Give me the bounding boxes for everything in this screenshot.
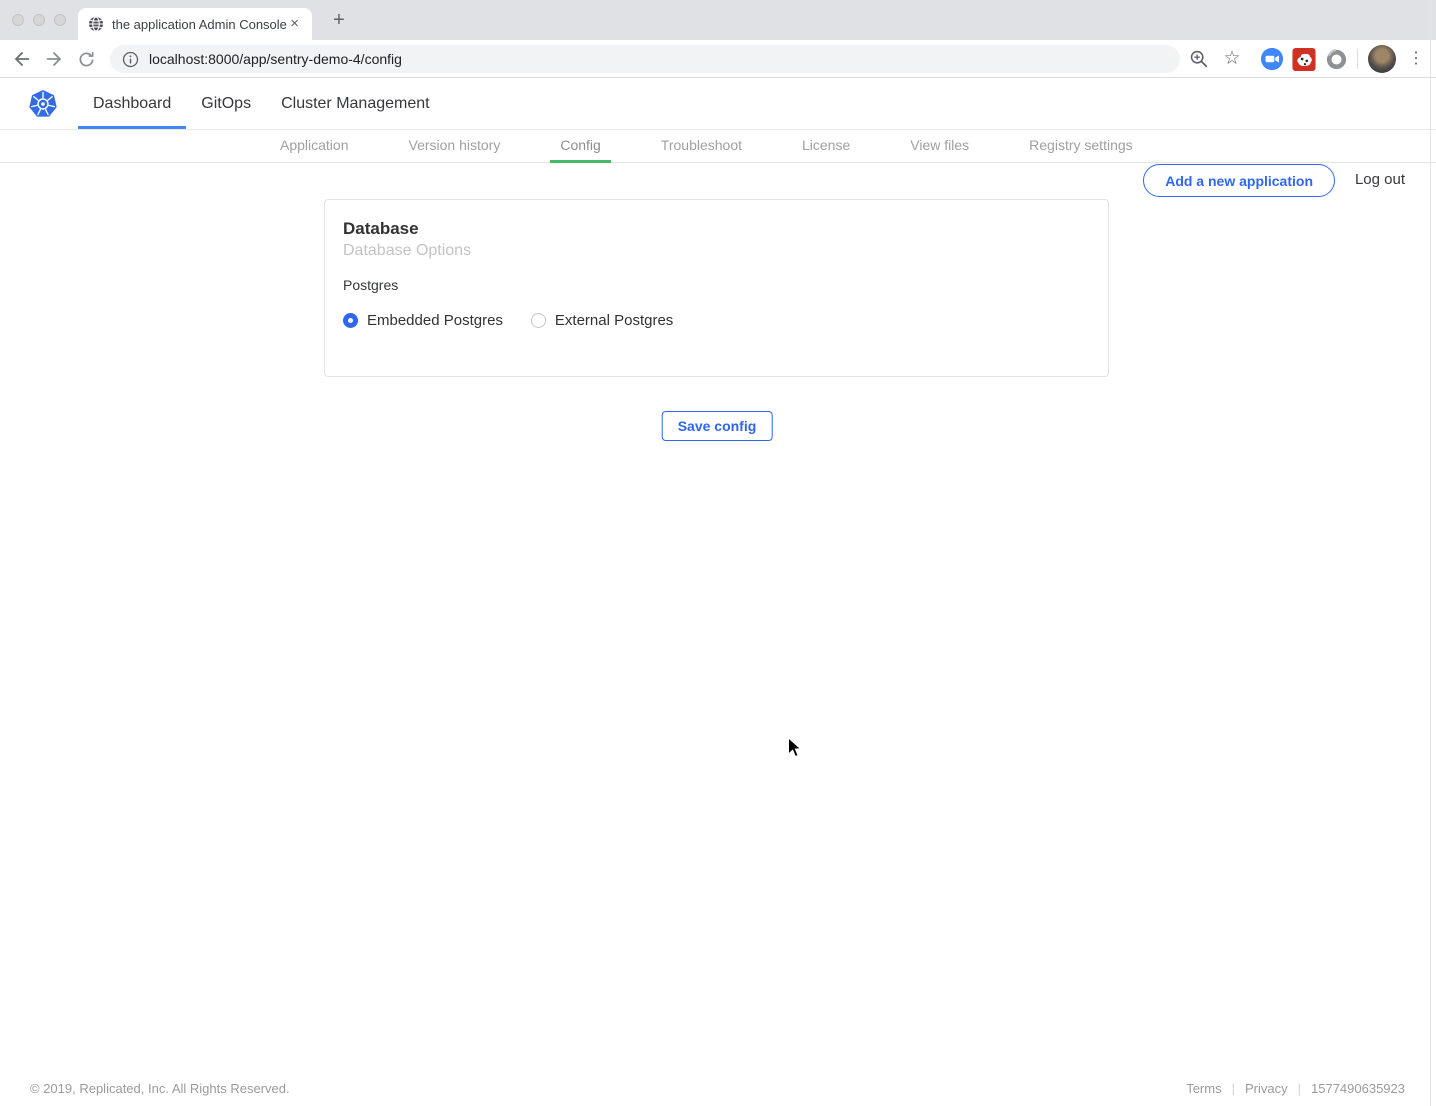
video-call-extension-icon[interactable] xyxy=(1260,47,1284,71)
app-footer: © 2019, Replicated, Inc. All Rights Rese… xyxy=(30,1081,1405,1096)
page-info-icon[interactable] xyxy=(122,51,139,68)
globe-favicon-icon xyxy=(88,16,104,32)
privacy-link[interactable]: Privacy xyxy=(1245,1081,1288,1096)
tab-close-icon[interactable]: × xyxy=(287,16,302,32)
tab-view-files[interactable]: View files xyxy=(900,130,979,163)
tab-troubleshoot[interactable]: Troubleshoot xyxy=(651,130,752,163)
add-application-button[interactable]: Add a new application xyxy=(1143,164,1335,197)
app-navbar: Dashboard GitOps Cluster Management Add … xyxy=(0,78,1436,130)
footer-links: Terms | Privacy | 1577490635923 xyxy=(1186,1081,1405,1096)
footer-divider: | xyxy=(1298,1081,1301,1096)
address-bar[interactable]: localhost:8000/app/sentry-demo-4/config xyxy=(110,45,1180,73)
tab-title: the application Admin Console xyxy=(112,17,287,32)
config-group-title: Database xyxy=(343,219,1090,239)
tab-config[interactable]: Config xyxy=(550,130,610,163)
config-group-subtitle: Database Options xyxy=(343,242,1090,260)
bookmark-star-icon[interactable]: ☆ xyxy=(1220,47,1244,71)
tab-version-history[interactable]: Version history xyxy=(399,130,511,163)
app-subnav: Application Version history Config Troub… xyxy=(0,130,1436,163)
toolbar-divider xyxy=(1357,49,1358,69)
tab-application[interactable]: Application xyxy=(270,130,359,163)
build-id-text: 1577490635923 xyxy=(1311,1081,1405,1096)
gray-ring-extension-icon[interactable] xyxy=(1324,47,1348,71)
back-button[interactable] xyxy=(10,47,34,71)
browser-menu-icon[interactable]: ⋮ xyxy=(1406,47,1426,71)
reload-button[interactable] xyxy=(74,47,98,71)
copyright-text: © 2019, Replicated, Inc. All Rights Rese… xyxy=(30,1081,290,1096)
mouse-cursor xyxy=(787,737,802,764)
footer-divider: | xyxy=(1232,1081,1235,1096)
radio-selected-icon[interactable] xyxy=(343,313,358,328)
nav-item-gitops[interactable]: GitOps xyxy=(186,78,266,129)
new-tab-button[interactable]: + xyxy=(327,9,351,33)
window-controls[interactable] xyxy=(12,14,66,26)
url-text: localhost:8000/app/sentry-demo-4/config xyxy=(149,51,402,67)
save-config-button[interactable]: Save config xyxy=(662,411,773,441)
radio-option-embedded-postgres[interactable]: Embedded Postgres xyxy=(343,312,503,329)
red-extension-icon[interactable] xyxy=(1292,47,1316,71)
window-close-button[interactable] xyxy=(12,14,24,26)
logout-link[interactable]: Log out xyxy=(1355,171,1405,188)
zoom-page-icon[interactable] xyxy=(1187,47,1211,71)
nav-item-cluster-management[interactable]: Cluster Management xyxy=(266,78,445,129)
config-group-card: Database Database Options Postgres Embed… xyxy=(324,199,1109,377)
forward-button[interactable] xyxy=(42,47,66,71)
window-minimize-button[interactable] xyxy=(33,14,45,26)
terms-link[interactable]: Terms xyxy=(1186,1081,1221,1096)
radio-option-external-postgres[interactable]: External Postgres xyxy=(531,312,673,329)
radio-group: Embedded Postgres External Postgres xyxy=(343,312,1090,329)
tab-license[interactable]: License xyxy=(792,130,860,163)
nav-item-dashboard[interactable]: Dashboard xyxy=(78,78,186,129)
kubernetes-logo-icon xyxy=(28,89,58,119)
window-right-edge xyxy=(1430,0,1431,1106)
tab-registry-settings[interactable]: Registry settings xyxy=(1019,130,1142,163)
profile-avatar[interactable] xyxy=(1368,45,1396,73)
radio-unselected-icon[interactable] xyxy=(531,313,546,328)
primary-nav: Dashboard GitOps Cluster Management xyxy=(78,78,445,129)
window-maximize-button[interactable] xyxy=(54,14,66,26)
browser-tab[interactable]: the application Admin Console × xyxy=(78,8,312,40)
config-item-label: Postgres xyxy=(343,277,1090,293)
browser-tab-strip: the application Admin Console × + xyxy=(0,0,1436,40)
